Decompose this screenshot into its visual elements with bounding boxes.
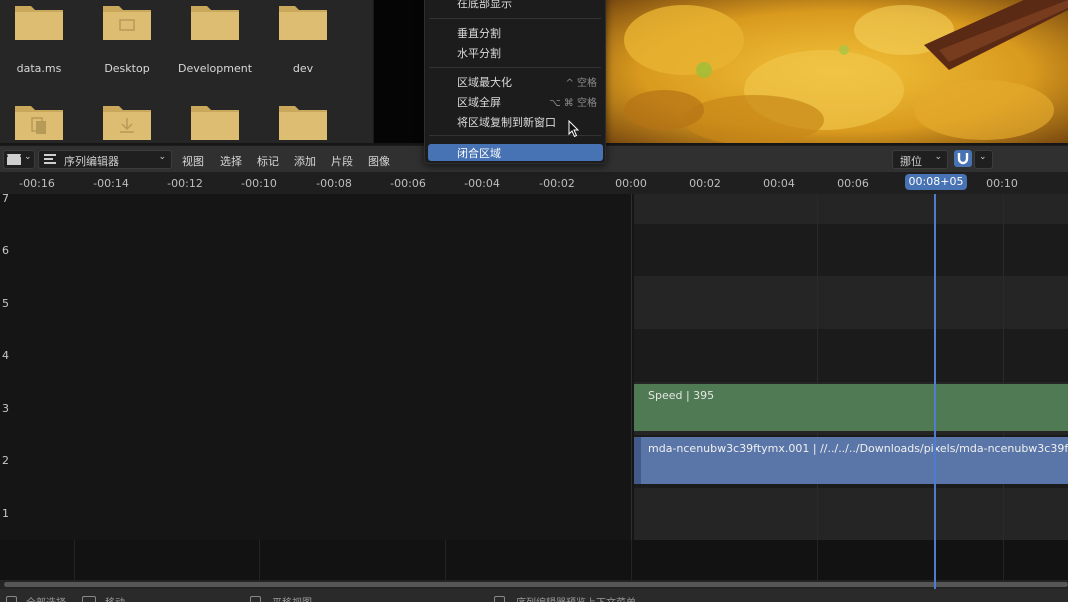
view-type-label: 序列编辑器 <box>64 155 119 168</box>
chevron-down-icon: ⌄ <box>979 152 987 162</box>
mouse-middle-icon <box>250 596 261 602</box>
menu-item-label: 将区域复制到新窗口 <box>457 116 556 129</box>
status-bar: 全部选择 移动 平移视图 序列编辑器预览上下文菜单 <box>0 589 1068 602</box>
channel-number: 4 <box>2 349 9 362</box>
scrollbar-thumb[interactable] <box>4 582 1068 587</box>
time-tick: -00:04 <box>464 177 500 190</box>
channel-number: 1 <box>2 507 9 520</box>
pivot-dropdown[interactable]: 挪位 ⌄ <box>892 150 948 169</box>
folder-icon <box>191 106 239 140</box>
time-tick: 00:10 <box>986 177 1018 190</box>
menu-item-fullscreen-area[interactable]: 区域全屏 ⌥ ⌘ 空格 <box>425 91 605 111</box>
time-tick: 00:04 <box>763 177 795 190</box>
menu-item-label: 闭合区域 <box>457 147 501 160</box>
menu-item-show-at-bottom[interactable]: 在底部显示 <box>425 0 605 14</box>
time-tick: 00:00 <box>615 177 647 190</box>
status-pan-view: 平移视图 <box>272 594 312 602</box>
time-tick: -00:16 <box>19 177 55 190</box>
menu-strip[interactable]: 片段 <box>331 153 353 169</box>
menu-item-label: 区域全屏 <box>457 96 501 109</box>
video-preview[interactable] <box>604 0 1068 143</box>
time-tick: 00:02 <box>689 177 721 190</box>
menu-item-close-area[interactable]: 闭合区域 <box>428 144 603 161</box>
menu-item-label: 区域最大化 <box>457 76 512 89</box>
snap-toggle[interactable] <box>954 150 972 167</box>
channel-number: 2 <box>2 454 9 467</box>
chevron-down-icon: ⌄ <box>934 152 942 162</box>
speed-strip[interactable]: Speed | 395 <box>634 384 1068 431</box>
time-tick: -00:02 <box>539 177 575 190</box>
channel-number: 6 <box>2 244 9 257</box>
time-tick: -00:10 <box>241 177 277 190</box>
time-tick: -00:06 <box>390 177 426 190</box>
mouse-cursor-icon <box>568 120 580 138</box>
mouse-left-icon <box>6 596 17 602</box>
view-type-dropdown[interactable]: 序列编辑器 ⌄ <box>38 150 172 169</box>
time-tick: -00:12 <box>167 177 203 190</box>
menu-marker[interactable]: 标记 <box>257 153 279 169</box>
file-name: Desktop <box>104 62 150 75</box>
channel-number: 5 <box>2 297 9 310</box>
menu-item-shortcut: ^ 空格 <box>565 78 597 89</box>
menu-item-vertical-split[interactable]: 垂直分割 <box>425 22 605 42</box>
strip-label: Speed | 395 <box>648 389 715 402</box>
menu-item-label: 垂直分割 <box>457 27 501 40</box>
file-browser: data.ms Desktop Development dev <box>0 0 374 143</box>
folder-icon <box>279 106 327 140</box>
menu-item-horizontal-split[interactable]: 水平分割 <box>425 42 605 62</box>
horizontal-scrollbar[interactable] <box>0 580 1068 589</box>
snap-options-dropdown[interactable]: ⌄ <box>974 150 993 169</box>
menu-view[interactable]: 视图 <box>182 153 204 169</box>
sequencer-timeline[interactable]: 7 6 5 4 3 2 1 Speed | 395 mda-ncenubw3c3… <box>0 192 1068 540</box>
chevron-down-icon: ⌄ <box>158 152 166 162</box>
menu-select[interactable]: 选择 <box>220 153 242 169</box>
folder-icon <box>15 6 63 40</box>
grid-line <box>817 194 818 540</box>
status-select-all: 全部选择 <box>26 594 66 602</box>
strip-label: mda-ncenubw3c39ftymx.001 | //../../../Do… <box>648 442 1068 455</box>
area-context-menu: 在底部显示 垂直分割 水平分割 区域最大化 ^ 空格 区域全屏 ⌥ ⌘ 空格 将… <box>424 0 606 164</box>
preview-image <box>604 0 1068 143</box>
grid-line <box>1003 194 1004 540</box>
folder-icon <box>191 6 239 40</box>
pivot-label: 挪位 <box>900 155 922 168</box>
time-tick: 00:06 <box>837 177 869 190</box>
menu-item-maximize-area[interactable]: 区域最大化 ^ 空格 <box>425 71 605 91</box>
file-name: dev <box>292 62 314 75</box>
menu-add[interactable]: 添加 <box>294 153 316 169</box>
timeline-footer <box>0 540 1068 580</box>
mouse-middle-icon <box>82 596 96 602</box>
chevron-down-icon: ⌄ <box>24 152 32 162</box>
file-name: data.ms <box>16 62 62 75</box>
menu-item-label: 水平分割 <box>457 47 501 60</box>
desktop-folder-icon <box>103 6 151 40</box>
magnet-icon <box>957 153 969 165</box>
sequencer-icon <box>44 154 56 164</box>
status-context-menu: 序列编辑器预览上下文菜单 <box>516 594 636 602</box>
channel-number: 3 <box>2 402 9 415</box>
channel-number: 7 <box>2 192 9 205</box>
folder-icon <box>279 6 327 40</box>
time-tick: -00:08 <box>316 177 352 190</box>
status-move: 移动 <box>105 594 125 602</box>
grid-line <box>631 194 632 540</box>
menu-image[interactable]: 图像 <box>368 153 390 169</box>
menu-separator <box>429 67 601 68</box>
strip-handle[interactable] <box>634 437 641 484</box>
file-name: Development <box>177 62 253 75</box>
clapperboard-icon <box>7 154 21 165</box>
editor-type-selector[interactable]: ⌄ <box>3 150 35 169</box>
menu-separator <box>429 18 601 19</box>
documents-folder-icon <box>15 106 63 140</box>
menu-item-shortcut: ⌥ ⌘ 空格 <box>549 98 597 109</box>
menu-item-label: 在底部显示 <box>457 0 512 10</box>
mouse-right-icon <box>494 596 505 602</box>
downloads-folder-icon <box>103 106 151 140</box>
current-frame-indicator[interactable]: 00:08+05 <box>905 174 967 190</box>
time-tick: -00:14 <box>93 177 129 190</box>
movie-strip[interactable]: mda-ncenubw3c39ftymx.001 | //../../../Do… <box>634 437 1068 484</box>
playhead-line[interactable] <box>934 194 936 590</box>
